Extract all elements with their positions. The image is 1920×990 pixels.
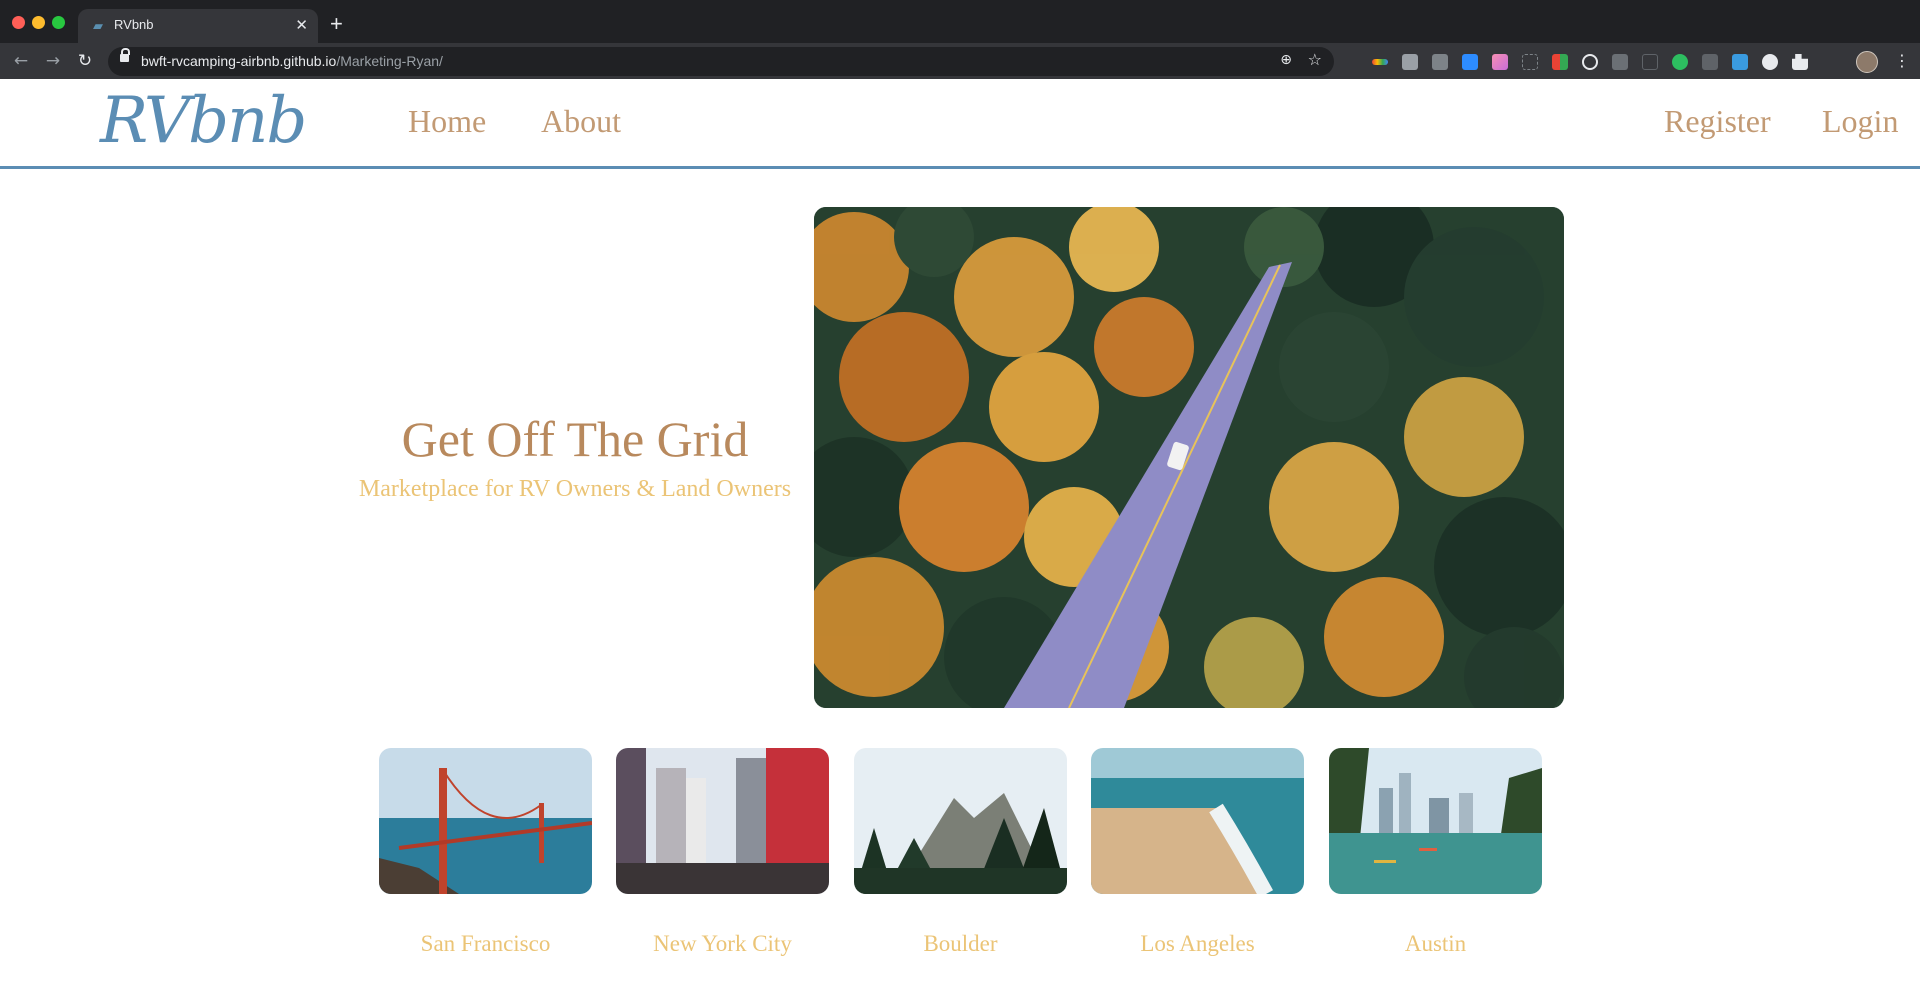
city-name[interactable]: Los Angeles <box>1091 929 1304 959</box>
city-photo-san-francisco[interactable] <box>379 748 592 894</box>
extension-icon[interactable] <box>1702 54 1718 70</box>
new-tab-button[interactable]: + <box>330 12 343 36</box>
extension-icon[interactable] <box>1762 54 1778 70</box>
zoom-extension-icon[interactable] <box>1462 54 1478 70</box>
nav-about-link[interactable]: About <box>541 101 621 141</box>
extension-icon[interactable] <box>1432 54 1448 70</box>
extension-icon[interactable] <box>1612 54 1628 70</box>
hero-title: Get Off The Grid <box>401 411 749 467</box>
back-icon[interactable]: ← <box>9 49 33 73</box>
browser-chrome: ▰ RVbnb ✕ + ← → ↻ bwft-rvcamping-airbnb.… <box>0 0 1920 79</box>
rv-favicon-icon: ▰ <box>93 18 103 33</box>
city-photo-los-angeles[interactable] <box>1091 748 1304 894</box>
extension-icon[interactable] <box>1372 59 1388 65</box>
city-photo-boulder[interactable] <box>854 748 1067 894</box>
city-name[interactable]: Austin <box>1329 929 1542 959</box>
menu-icon[interactable]: ⋮ <box>1894 51 1910 71</box>
forward-icon[interactable]: → <box>41 49 65 73</box>
city-name[interactable]: New York City <box>616 929 829 959</box>
browser-tab[interactable]: ▰ RVbnb ✕ <box>78 9 318 43</box>
extension-icon[interactable] <box>1552 54 1568 70</box>
star-icon[interactable]: ☆ <box>1308 50 1322 69</box>
avatar[interactable] <box>1856 51 1878 73</box>
url-path: /Marketing-Ryan/ <box>336 53 443 69</box>
city-name[interactable]: San Francisco <box>379 929 592 959</box>
site-header: RVbnb Home About Register Login <box>0 79 1920 169</box>
city-photo-new-york-city[interactable] <box>616 748 829 894</box>
extension-icon[interactable] <box>1642 54 1658 70</box>
extensions-bar <box>1372 53 1808 71</box>
city-card-san-francisco[interactable]: San Francisco <box>379 748 592 956</box>
nav-home-link[interactable]: Home <box>408 101 486 141</box>
zoom-icon[interactable]: ⊕ <box>1280 52 1292 68</box>
address-bar[interactable]: bwft-rvcamping-airbnb.github.io/Marketin… <box>108 47 1334 76</box>
extension-icon[interactable] <box>1492 54 1508 70</box>
city-card-boulder[interactable]: Boulder <box>854 748 1067 956</box>
nav-register-link[interactable]: Register <box>1664 101 1771 141</box>
reload-icon[interactable]: ↻ <box>73 49 97 73</box>
react-devtools-icon[interactable] <box>1582 54 1598 70</box>
lock-icon[interactable] <box>120 48 130 62</box>
hero-subtitle: Marketplace for RV Owners & Land Owners <box>358 476 792 502</box>
tab-title: RVbnb <box>114 17 154 32</box>
tab-close-icon[interactable]: ✕ <box>295 16 308 34</box>
window-maximize-button[interactable] <box>52 16 65 29</box>
window-close-button[interactable] <box>12 16 25 29</box>
extension-icon[interactable] <box>1732 54 1748 70</box>
evernote-icon[interactable] <box>1672 54 1688 70</box>
extension-icon[interactable] <box>1402 54 1418 70</box>
logo[interactable]: RVbnb <box>100 85 307 157</box>
city-name[interactable]: Boulder <box>854 929 1067 959</box>
city-photo-austin[interactable] <box>1329 748 1542 894</box>
url-host: bwft-rvcamping-airbnb.github.io <box>141 53 337 69</box>
city-card-new-york-city[interactable]: New York City <box>616 748 829 956</box>
url-text[interactable]: bwft-rvcamping-airbnb.github.io/Marketin… <box>141 53 443 69</box>
city-card-austin[interactable]: Austin <box>1329 748 1542 956</box>
extensions-icon[interactable] <box>1792 54 1808 70</box>
nav-login-link[interactable]: Login <box>1822 101 1898 141</box>
extension-icon[interactable] <box>1522 54 1538 70</box>
browser-toolbar: ← → ↻ bwft-rvcamping-airbnb.github.io/Ma… <box>0 43 1920 79</box>
window-minimize-button[interactable] <box>32 16 45 29</box>
hero-image <box>814 207 1564 708</box>
city-card-los-angeles[interactable]: Los Angeles <box>1091 748 1304 956</box>
